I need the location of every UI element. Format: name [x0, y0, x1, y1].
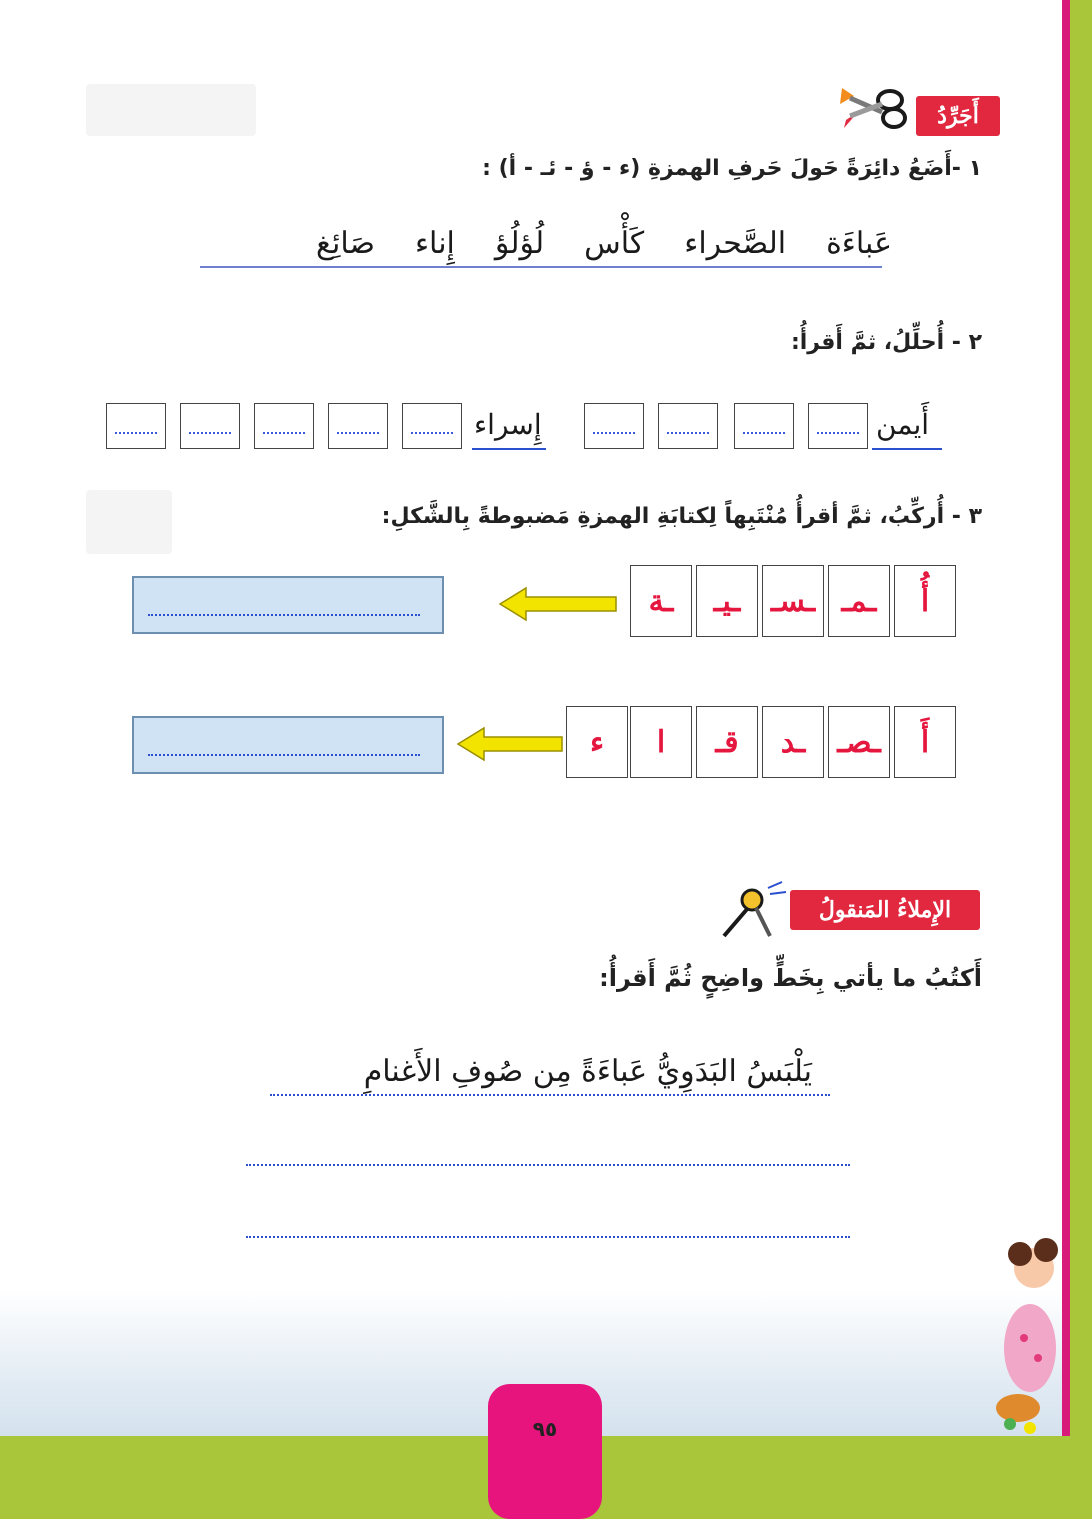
girl-illustration	[996, 1238, 1058, 1434]
dotted-line	[667, 432, 709, 434]
letter-cell: أَ	[894, 706, 956, 778]
bleed-through-block	[86, 490, 172, 554]
dotted-line	[148, 614, 420, 616]
analysis-cell[interactable]	[106, 403, 166, 449]
example-underline	[472, 448, 546, 450]
answer-box[interactable]	[132, 576, 444, 634]
dotted-line	[148, 754, 420, 756]
page-number: ٩٥	[488, 1384, 602, 1519]
sentence-dotted-line	[270, 1094, 830, 1096]
scissors-icon	[840, 88, 907, 129]
example-word-israa: إِسراء	[474, 408, 542, 441]
letter-cell: ـمـ	[828, 565, 890, 637]
letter-cell: أُ	[894, 565, 956, 637]
word-row-underline	[200, 266, 882, 268]
dotted-line	[593, 432, 635, 434]
section-badge-ujarrid: أَجَرِّدُ	[916, 96, 1000, 136]
dotted-line	[115, 432, 157, 434]
page-edge-stripe	[1062, 0, 1070, 1436]
dotted-line	[817, 432, 859, 434]
writing-line[interactable]	[246, 1164, 850, 1166]
letter-cell: ـد	[762, 706, 824, 778]
analysis-cell[interactable]	[808, 403, 868, 449]
letter-cell: ء	[566, 706, 628, 778]
dotted-line	[411, 432, 453, 434]
arrow-left-icon	[498, 586, 617, 622]
dotted-line	[743, 432, 785, 434]
analysis-cell[interactable]	[658, 403, 718, 449]
analysis-cell[interactable]	[584, 403, 644, 449]
writing-line[interactable]	[246, 1236, 850, 1238]
question-1: ١ -أَضَعُ دائِرَةً حَولَ حَرفِ الهمزةِ (…	[482, 156, 982, 181]
dictation-instruction: أَكتُبُ ما يأتي بِخَطٍّ واضِحٍ ثُمَّ أَق…	[599, 964, 982, 992]
analysis-cell[interactable]	[402, 403, 462, 449]
question-3: ٣ - أُركِّبُ، ثمَّ أقرأُ مُنْتَبِهاً لِك…	[381, 504, 982, 529]
compass-icon	[722, 881, 787, 938]
word[interactable]: لُؤلُؤ	[495, 226, 544, 261]
dotted-line	[263, 432, 305, 434]
word[interactable]: عَباءَة	[826, 226, 892, 261]
dictation-sentence: يَلْبَسُ البَدَوِيُّ عَباءَةً مِن صُوفِ …	[363, 1054, 812, 1089]
analysis-cell[interactable]	[734, 403, 794, 449]
example-underline	[872, 448, 942, 450]
word[interactable]: الصَّحراء	[684, 226, 786, 261]
bleed-through-block	[86, 84, 256, 136]
dotted-line	[337, 432, 379, 434]
letter-cell: قـ	[696, 706, 758, 778]
dotted-line	[189, 432, 231, 434]
hamza-word-row: عَباءَة الصَّحراء كَأْس لُؤلُؤ إِناء صَا…	[316, 226, 892, 261]
letter-cell: ـصـ	[828, 706, 890, 778]
letter-cell: ـة	[630, 565, 692, 637]
word[interactable]: كَأْس	[584, 226, 644, 261]
word[interactable]: إِناء	[415, 226, 455, 261]
answer-box[interactable]	[132, 716, 444, 774]
example-word-ayman: أَيمن	[876, 408, 930, 441]
workbook-page: أَجَرِّدُ ١ -أَضَعُ دائِرَةً حَولَ حَرفِ…	[0, 0, 1062, 1436]
analysis-cell[interactable]	[180, 403, 240, 449]
letter-cell: ا	[630, 706, 692, 778]
letter-cell: ـيـ	[696, 565, 758, 637]
letter-cell: ـسـ	[762, 565, 824, 637]
word[interactable]: صَائِغ	[316, 226, 375, 261]
arrow-left-icon	[456, 726, 563, 762]
section-badge-imla: الإِملاءُ المَنقولُ	[790, 890, 980, 930]
question-2: ٢ - أُحلِّلُ، ثمَّ أَقرأُ:	[790, 330, 982, 355]
analysis-cell[interactable]	[328, 403, 388, 449]
analysis-cell[interactable]	[254, 403, 314, 449]
